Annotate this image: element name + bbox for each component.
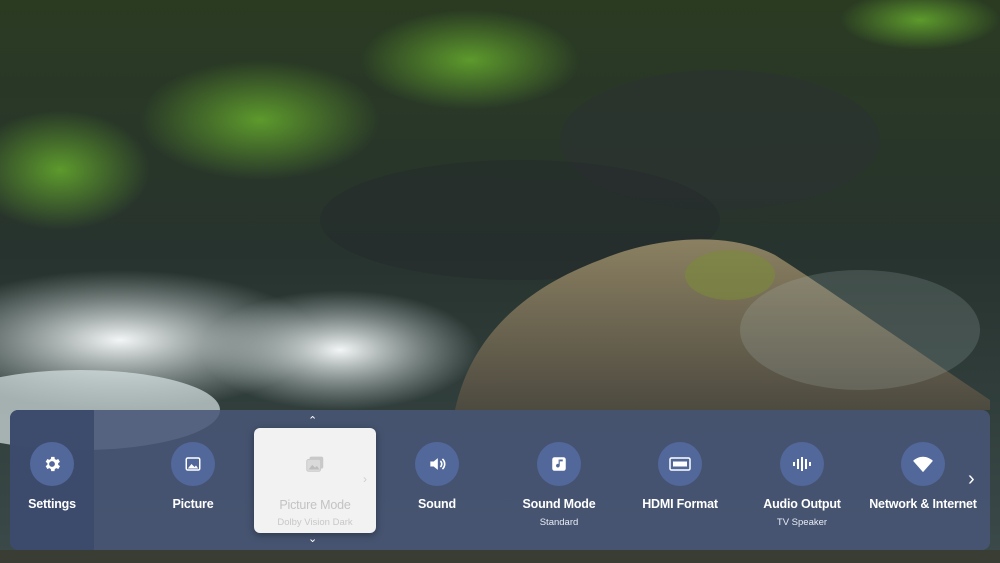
audio-output-label: Audio Output [763, 497, 841, 511]
sound-mode-value: Standard [539, 517, 579, 528]
sound-item[interactable]: Sound [377, 410, 497, 550]
sound-label: Sound [418, 497, 456, 511]
wifi-icon [901, 442, 945, 486]
network-item[interactable]: Network & Internet [863, 410, 983, 550]
sound-mode-item[interactable]: Sound Mode Standard [499, 410, 619, 550]
picture-mode-value: Dolby Vision Dark [277, 517, 353, 528]
picture-mode-label: Picture Mode [279, 498, 351, 512]
audio-output-item[interactable]: Audio Output TV Speaker [742, 410, 862, 550]
picture-item[interactable]: Picture [133, 410, 253, 550]
hdmi-format-item[interactable]: HDMI Format [620, 410, 740, 550]
gear-icon [30, 442, 74, 486]
picture-mode-icon [293, 442, 337, 486]
network-label: Network & Internet [869, 497, 977, 511]
settings-item[interactable]: Settings [10, 410, 112, 550]
chevron-right-icon[interactable]: › [968, 468, 975, 491]
sound-mode-label: Sound Mode [522, 497, 596, 511]
quick-settings-panel: Settings Picture Sound Sound Mode Standa… [10, 410, 990, 550]
hdmi-icon [658, 442, 702, 486]
chevron-right-small-icon: › [363, 472, 367, 486]
picture-mode-item[interactable]: › Picture Mode Dolby Vision Dark [254, 428, 376, 533]
music-note-icon [537, 442, 581, 486]
chevron-up-icon[interactable]: ⌃ [308, 414, 317, 427]
chevron-down-icon[interactable]: ⌄ [308, 532, 317, 545]
picture-icon [171, 442, 215, 486]
sound-wave-icon [780, 442, 824, 486]
picture-label: Picture [172, 497, 214, 511]
speaker-icon [415, 442, 459, 486]
audio-output-value: TV Speaker [776, 517, 828, 528]
settings-label: Settings [28, 497, 76, 511]
hdmi-format-label: HDMI Format [642, 497, 718, 511]
